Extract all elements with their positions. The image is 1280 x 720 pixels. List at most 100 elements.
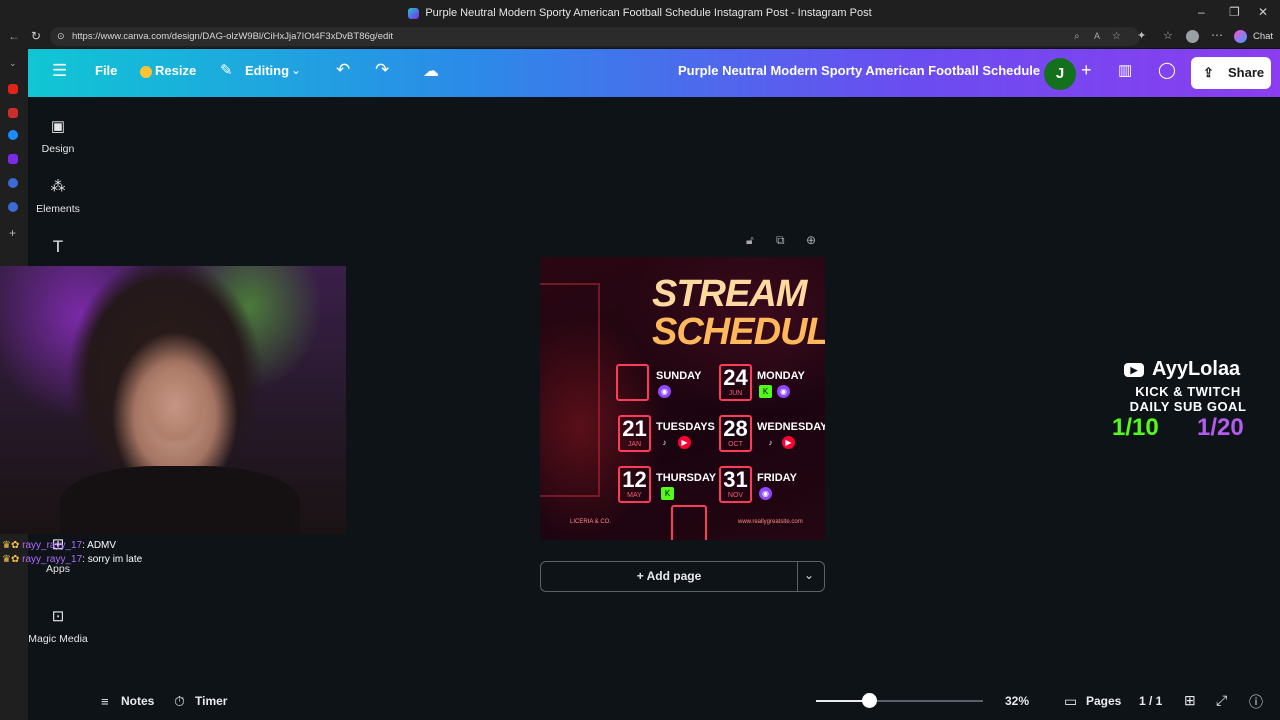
lock-icon[interactable]: 🔓︎ bbox=[746, 233, 754, 248]
hamburger-menu-icon[interactable]: ☰ bbox=[52, 61, 67, 81]
help-icon[interactable]: ⓘ bbox=[1249, 692, 1263, 712]
day-label[interactable]: WEDNESDAYS bbox=[757, 421, 825, 433]
chat-button[interactable]: Chat bbox=[1253, 31, 1273, 42]
channel-overlay: ▶ AyyLolaa bbox=[1124, 358, 1264, 381]
read-aloud-icon[interactable]: A bbox=[1094, 27, 1100, 46]
add-collaborator-icon[interactable]: + bbox=[1081, 60, 1092, 81]
file-menu-button[interactable]: File bbox=[95, 63, 117, 78]
sidebar-item-magic-media[interactable]: Magic Media bbox=[28, 633, 88, 645]
notes-icon[interactable]: ≡ bbox=[101, 694, 109, 709]
day-label[interactable]: TUESDAYS bbox=[656, 421, 715, 433]
pages-icon[interactable]: ▭ bbox=[1064, 693, 1077, 710]
zoom-slider-handle[interactable] bbox=[862, 693, 877, 708]
editing-mode-button[interactable]: Editing bbox=[245, 63, 289, 78]
profile-avatar[interactable] bbox=[1186, 30, 1199, 43]
decorative-frame bbox=[671, 505, 707, 540]
browser-tab-icon[interactable] bbox=[8, 130, 18, 140]
chevron-down-icon[interactable]: ⌄ bbox=[291, 63, 301, 77]
fullscreen-icon[interactable]: ⤢ bbox=[1216, 692, 1227, 709]
day-label[interactable]: SUNDAY bbox=[656, 370, 701, 382]
share-label: Share bbox=[1228, 65, 1265, 80]
cloud-saved-icon[interactable]: ☁ bbox=[423, 61, 439, 81]
title-schedule[interactable]: SCHEDULE bbox=[652, 311, 825, 354]
url-text: https://www.canva.com/design/DAG-olzW9Bl… bbox=[72, 31, 394, 42]
date-box[interactable]: 24 JUN bbox=[719, 364, 752, 401]
day-label[interactable]: MONDAY bbox=[757, 370, 805, 382]
grid-view-icon[interactable]: ⊞ bbox=[1184, 692, 1196, 709]
sub-goal-line-2: DAILY SUB GOAL bbox=[1129, 399, 1247, 414]
zoom-level[interactable]: 32% bbox=[1005, 694, 1029, 708]
extensions-icon[interactable]: ✦ bbox=[1137, 29, 1146, 42]
design-canvas-page[interactable]: STREAM SCHEDULE SUNDAY ◉ 24JUN MONDAY K … bbox=[540, 257, 825, 540]
canva-tab-icon[interactable] bbox=[8, 154, 18, 164]
magic-media-icon[interactable]: ⊡ bbox=[28, 607, 88, 625]
share-button[interactable]: ⇪ Share bbox=[1191, 57, 1271, 89]
zoom-slider[interactable] bbox=[816, 693, 983, 708]
favorite-star-icon[interactable]: ☆ bbox=[1112, 27, 1121, 46]
favorites-icon[interactable]: ☆ bbox=[1163, 29, 1173, 42]
youtube-logo-icon: ▶ bbox=[1124, 362, 1144, 377]
new-tab-plus-icon[interactable]: + bbox=[9, 226, 16, 240]
undo-icon[interactable]: ↶ bbox=[336, 60, 350, 80]
redo-icon[interactable]: ↷ bbox=[375, 60, 389, 80]
title-stream[interactable]: STREAM bbox=[652, 273, 807, 316]
sidebar-item-design[interactable]: Design bbox=[28, 143, 88, 155]
youtube-icon: ▶ bbox=[782, 436, 795, 449]
streamer-top bbox=[60, 466, 300, 534]
site-info-icon[interactable]: ⊙ bbox=[57, 27, 65, 46]
tiktok-icon: ♪ bbox=[768, 438, 773, 447]
chevron-down-icon[interactable]: ⌄ bbox=[804, 568, 814, 582]
timer-button[interactable]: Timer bbox=[195, 694, 227, 708]
date-box[interactable]: 21 JAN bbox=[618, 415, 651, 452]
design-icon[interactable]: ▣ bbox=[28, 117, 88, 135]
channel-name: AyyLolaa bbox=[1152, 358, 1241, 380]
youtube-tab-icon[interactable] bbox=[8, 84, 18, 94]
add-page-control: + Add page ⌄ bbox=[540, 561, 825, 592]
search-tab-icon[interactable] bbox=[8, 178, 18, 188]
more-menu-icon[interactable]: ⋯ bbox=[1211, 28, 1223, 42]
close-icon[interactable]: ✕ bbox=[1258, 5, 1268, 19]
user-avatar[interactable]: J bbox=[1044, 58, 1076, 90]
window-title: Purple Neutral Modern Sporty American Fo… bbox=[425, 7, 872, 19]
day-label[interactable]: THURSDAY bbox=[656, 472, 716, 484]
add-page-button[interactable]: + Add page bbox=[541, 562, 797, 591]
canva-header: ☰ File Resize ✎ Editing ⌄ ↶ ↷ ☁ Purple N… bbox=[28, 49, 1280, 97]
date-box[interactable]: 12 MAY bbox=[618, 466, 651, 503]
twitch-goal-count: 1/20 bbox=[1197, 414, 1244, 441]
maximize-icon[interactable]: ❐ bbox=[1229, 5, 1240, 19]
sidebar-item-elements[interactable]: Elements bbox=[28, 203, 88, 215]
date-box[interactable]: 31 NOV bbox=[719, 466, 752, 503]
minimize-icon[interactable]: – bbox=[1198, 5, 1205, 19]
add-page-icon[interactable]: ⊕ bbox=[806, 233, 816, 247]
kick-icon: K bbox=[759, 385, 772, 398]
comment-icon[interactable]: ◯ bbox=[1158, 60, 1176, 80]
resize-button[interactable]: Resize bbox=[155, 63, 196, 78]
url-field[interactable]: ⊙ https://www.canva.com/design/DAG-olzW9… bbox=[50, 27, 1140, 46]
footer-brand[interactable]: LICERIA & CO. bbox=[570, 519, 611, 525]
insights-chart-icon[interactable]: ▥ bbox=[1118, 61, 1132, 79]
app-tab-icon[interactable] bbox=[8, 108, 18, 118]
notes-button[interactable]: Notes bbox=[121, 694, 154, 708]
copilot-icon[interactable] bbox=[1234, 30, 1247, 43]
canva-favicon-icon bbox=[408, 7, 420, 19]
back-icon[interactable]: ← bbox=[8, 29, 20, 43]
date-box[interactable] bbox=[616, 364, 649, 401]
search-tab-icon[interactable] bbox=[8, 202, 18, 212]
collapse-chevron-icon[interactable]: ⌄ bbox=[9, 58, 17, 69]
footer-website[interactable]: www.reallygreatsite.com bbox=[738, 519, 803, 525]
elements-icon[interactable]: ⁂ bbox=[28, 177, 88, 195]
date-box[interactable]: 28 OCT bbox=[719, 415, 752, 452]
text-icon[interactable]: T bbox=[28, 237, 88, 257]
duplicate-page-icon[interactable]: ⧉ bbox=[776, 233, 785, 248]
document-title[interactable]: Purple Neutral Modern Sporty American Fo… bbox=[678, 63, 1055, 78]
twitch-icon: ◉ bbox=[777, 385, 790, 398]
youtube-icon: ▶ bbox=[678, 436, 691, 449]
reload-icon[interactable]: ↻ bbox=[31, 29, 41, 43]
timer-icon[interactable]: ⏱︎ bbox=[174, 693, 185, 710]
zoom-icon[interactable]: ⌕ bbox=[1074, 27, 1080, 46]
pencil-icon: ✎ bbox=[220, 62, 233, 79]
pages-button[interactable]: Pages bbox=[1086, 694, 1121, 708]
day-label[interactable]: FRIDAY bbox=[757, 472, 797, 484]
tiktok-icon: ♪ bbox=[662, 438, 667, 447]
twitch-icon: ◉ bbox=[658, 385, 671, 398]
